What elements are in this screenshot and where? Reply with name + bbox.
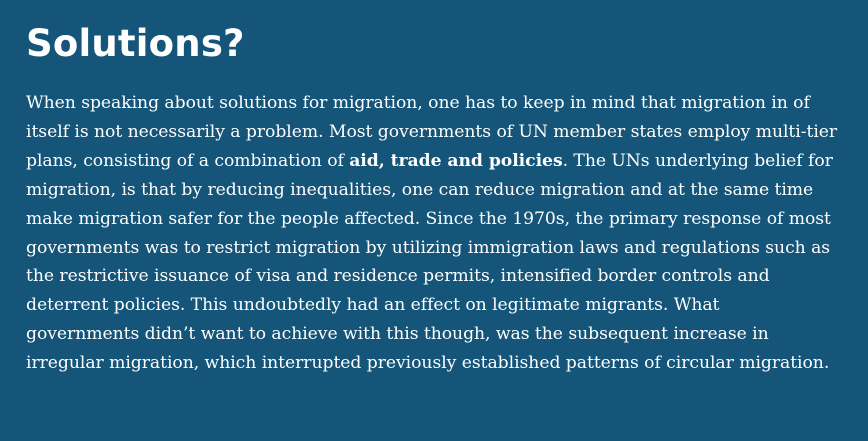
paragraph-emphasis-text: aid, trade and policies [349,150,563,171]
section-title: Solutions? [26,22,245,65]
paragraph-rest-text: . The UNs underlying belief for migratio… [26,150,833,374]
solutions-section: Solutions? When speaking about solutions… [0,0,868,441]
section-paragraph: When speaking about solutions for migrat… [26,89,838,378]
